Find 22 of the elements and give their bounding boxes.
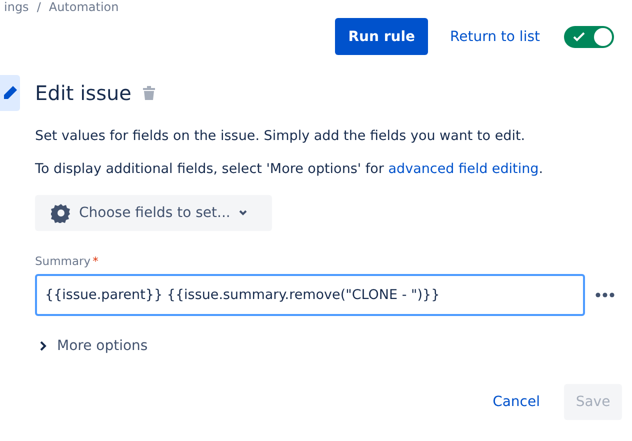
rule-toggle[interactable]: [564, 26, 614, 48]
breadcrumb-item[interactable]: ings: [4, 0, 29, 14]
more-icon[interactable]: [595, 292, 615, 298]
hint-text: To display additional fields, select 'More options' for advanced field editing.: [35, 161, 544, 177]
breadcrumb-item[interactable]: Automation: [48, 0, 119, 14]
advanced-editing-link[interactable]: advanced field editing: [388, 161, 539, 177]
gear-icon: [51, 203, 71, 223]
field-label: Summary: [35, 254, 91, 268]
required-mark: *: [92, 254, 98, 268]
run-rule-button[interactable]: Run rule: [335, 18, 428, 55]
action-title: Edit issue: [35, 81, 132, 105]
chevron-icon: [39, 341, 47, 351]
choose-fields-button[interactable]: Choose fields to set...: [35, 195, 272, 231]
description-text: Set values for fields on the issue. Simply add the fields you want to edit.: [35, 128, 526, 144]
summary-field[interactable]: {{issue.parent}} {{issue.summary.remove("CLONE - ")}}: [35, 274, 585, 316]
check-icon: [572, 30, 586, 44]
cancel-button[interactable]: Cancel: [486, 393, 546, 411]
breadcrumb-item[interactable]: /: [36, 0, 41, 14]
more-options-toggle[interactable]: More options: [35, 338, 148, 354]
chevron-down-icon: [238, 208, 248, 218]
return-link[interactable]: Return to list: [450, 28, 540, 44]
pencil-icon: [0, 75, 20, 111]
